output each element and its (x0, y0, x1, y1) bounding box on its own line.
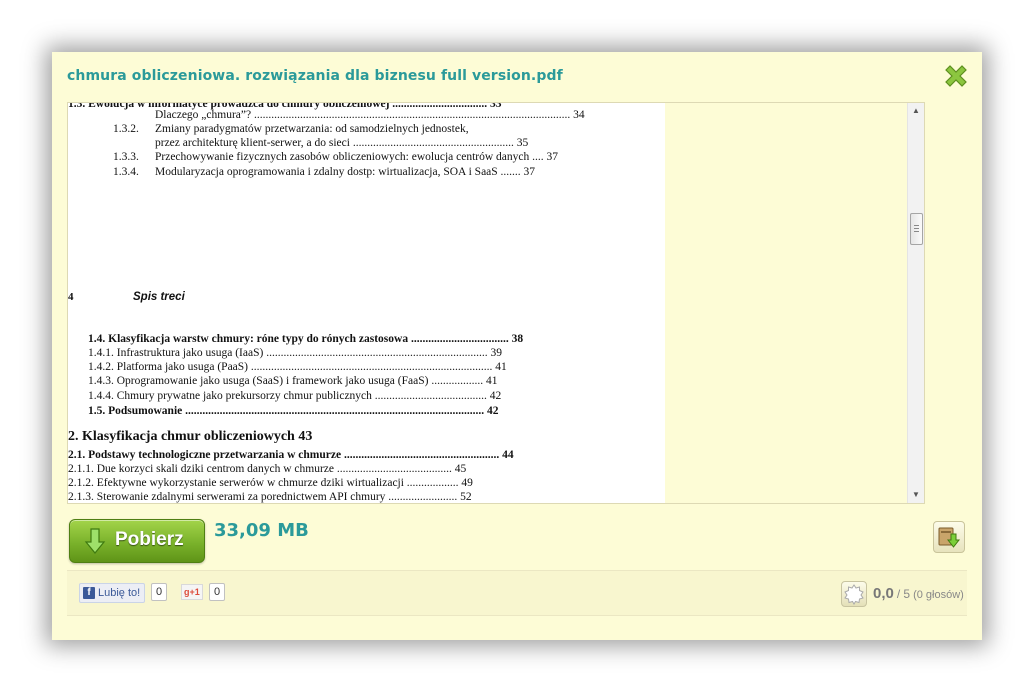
toc-section-heading: 1.4. Klasyfikacja warstw chmury: róne ty… (88, 333, 524, 345)
toc-chapter-heading: 2. Klasyfikacja chmur obliczeniowych 43 (68, 429, 313, 444)
scroll-down-icon[interactable]: ▼ (908, 487, 924, 503)
arrow-down-icon (84, 528, 106, 554)
file-title: chmura obliczeniowa. rozwiązania dla biz… (67, 68, 563, 84)
toc-line: 2.1.3. Sterowanie zdalnymi serwerami za … (68, 491, 472, 503)
save-to-folder-icon (938, 527, 961, 548)
toc-line: 2.1.1. Due korzyci skali dziki centrom d… (68, 463, 467, 475)
toc-line: 1.4.3. Oprogramowanie jako usuga (SaaS) … (88, 375, 498, 387)
rating-value: 0,0 (873, 585, 894, 602)
toc-line: Zmiany paradygmatów przetwarzania: od sa… (155, 123, 469, 135)
vertical-scrollbar[interactable]: ▲ ▼ (907, 103, 924, 503)
save-to-folder-button[interactable] (933, 521, 965, 553)
download-label: Pobierz (115, 529, 184, 550)
toc-line: 1.4.2. Platforma jako usuga (PaaS) .....… (88, 361, 507, 373)
scroll-up-icon[interactable]: ▲ (908, 103, 924, 119)
toc-line: przez architekturę klient-serwer, a do s… (155, 137, 529, 149)
toc-line-number: 1.3.2. (113, 123, 139, 135)
file-size: 33,09 MB (214, 520, 309, 541)
page-number: 4 (68, 291, 74, 303)
rate-button[interactable] (841, 581, 867, 607)
toc-line: 2.1.2. Efektywne wykorzystanie serwerów … (68, 477, 473, 489)
facebook-like-count: 0 (151, 583, 168, 601)
toc-line: Modularyzacja oprogramowania i zdalny do… (155, 166, 536, 178)
toc-line: Dlaczego „chmura”? .....................… (155, 109, 585, 121)
scrollbar-thumb[interactable] (910, 213, 923, 245)
rating-separator: / (896, 587, 901, 601)
toc-line-number: 1.3.4. (113, 166, 139, 178)
file-preview-modal: chmura obliczeniowa. rozwiązania dla biz… (52, 52, 982, 640)
toc-line: 1.4.4. Chmury prywatne jako prekursorzy … (88, 390, 502, 402)
toc-line: Przechowywanie fizycznych zasobów oblicz… (155, 151, 558, 163)
google-plus-button[interactable]: g+1 (181, 584, 203, 600)
rating-max: 5 (903, 587, 911, 601)
toc-section-heading: 2.1. Podstawy technologiczne przetwarzan… (68, 449, 514, 461)
toc-section-heading: 1.5. Podsumowanie ......................… (88, 405, 499, 417)
facebook-icon: f (83, 587, 95, 599)
social-rating-bar: f Lubię to! 0 g+1 0 0,0 / 5 (0 głosów) (67, 570, 967, 616)
page-header: Spis treci (133, 291, 185, 303)
facebook-like-button[interactable]: f Lubię to! (79, 583, 146, 603)
google-plus-count: 0 (209, 583, 226, 601)
toc-line-number: 1.3.3. (113, 151, 139, 163)
download-button[interactable]: Pobierz (69, 519, 205, 563)
rating-votes: (0 głosów) (913, 589, 964, 601)
facebook-like-label: Lubię to! (98, 587, 141, 599)
star-badge-icon (844, 584, 864, 605)
pdf-preview-frame[interactable]: 1.3. Ewolucja w informatyce prowadzca do… (67, 102, 925, 504)
toc-line: 1.4.1. Infrastruktura jako usuga (IaaS) … (88, 347, 502, 359)
pdf-page: 1.3. Ewolucja w informatyce prowadzca do… (68, 103, 665, 503)
google-plus-label: +1 (189, 587, 200, 597)
close-icon[interactable] (942, 62, 970, 90)
rating-summary: 0,0 / 5 (0 głosów) (873, 585, 964, 602)
